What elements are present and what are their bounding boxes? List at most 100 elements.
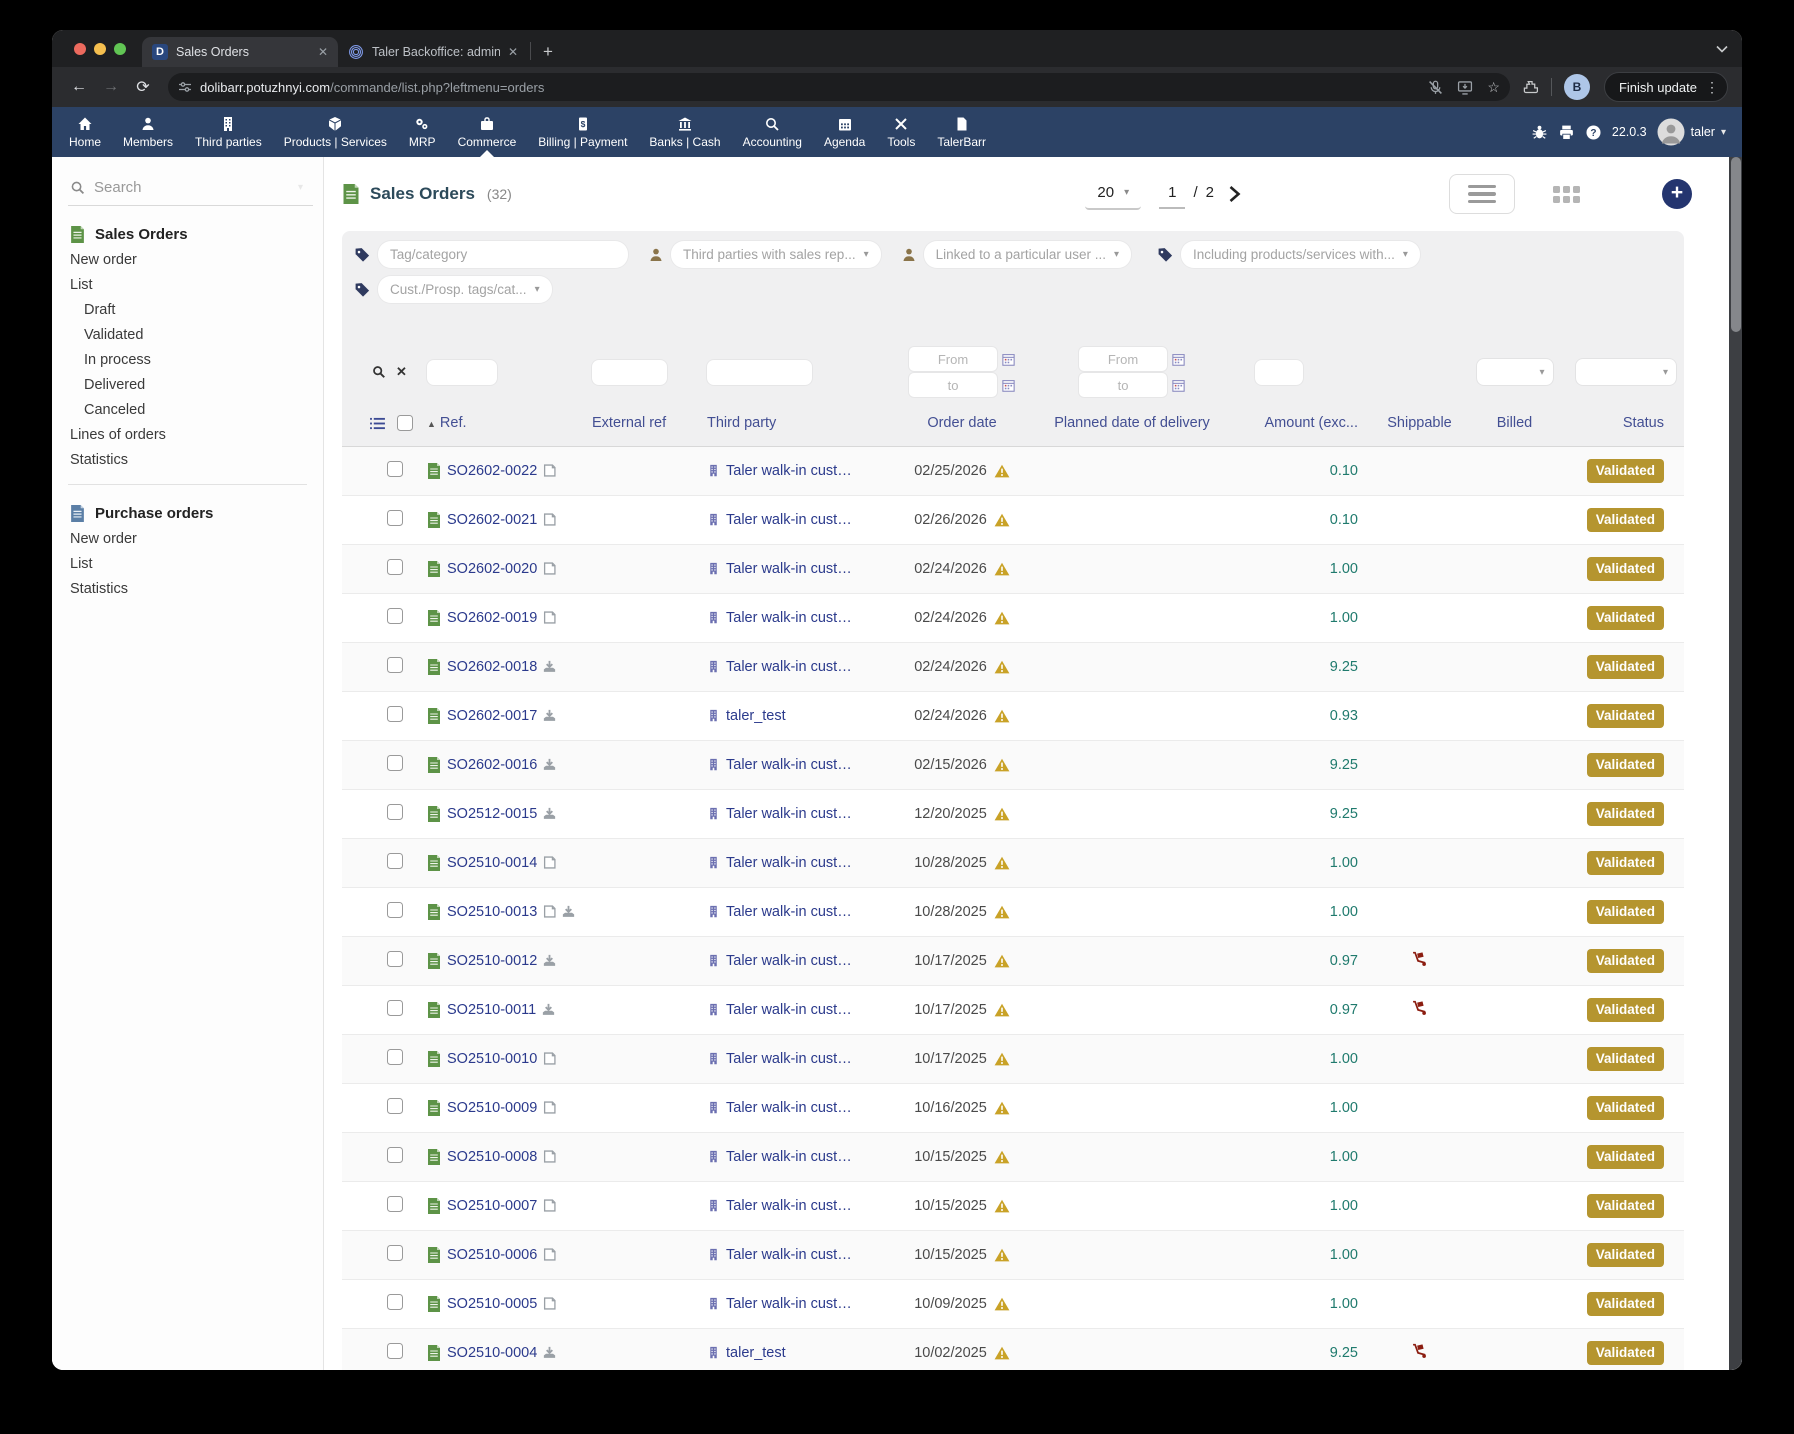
order-ref-link[interactable]: SO2602-0022	[447, 463, 537, 479]
header-amount[interactable]: Amount (exc...	[1247, 401, 1372, 446]
download-icon[interactable]	[543, 709, 556, 722]
third-party-link[interactable]: taler_test	[726, 1345, 786, 1361]
ref-filter-input[interactable]	[427, 360, 497, 385]
third-party-link[interactable]: Taler walk-in cust…	[726, 463, 852, 479]
download-icon[interactable]	[543, 954, 556, 967]
row-checkbox[interactable]	[387, 559, 403, 575]
sidebar-item[interactable]: New order	[68, 526, 323, 551]
bookmark-star-icon[interactable]: ☆	[1487, 79, 1500, 96]
third-party-link[interactable]: Taler walk-in cust…	[726, 953, 852, 969]
amount-link[interactable]: 0.10	[1330, 463, 1358, 479]
nav-item-home[interactable]: Home	[58, 107, 112, 157]
external-ref-filter-input[interactable]	[592, 360, 667, 385]
planned-date-from-input[interactable]: From	[1079, 347, 1167, 371]
sidebar-item[interactable]: New order	[68, 247, 323, 272]
order-ref-link[interactable]: SO2510-0010	[447, 1051, 537, 1067]
new-tab-button[interactable]: +	[543, 42, 553, 62]
download-icon[interactable]	[543, 807, 556, 820]
third-party-filter-input[interactable]	[707, 360, 812, 385]
row-checkbox[interactable]	[387, 804, 403, 820]
amount-link[interactable]: 1.00	[1330, 1100, 1358, 1116]
row-checkbox[interactable]	[387, 461, 403, 477]
calendar-icon[interactable]	[1002, 379, 1015, 392]
row-checkbox[interactable]	[387, 1000, 403, 1016]
amount-link[interactable]: 1.00	[1330, 610, 1358, 626]
close-window-button[interactable]	[74, 43, 86, 55]
status-filter-select[interactable]: ▾	[1576, 359, 1676, 385]
tab-sales-orders[interactable]: D Sales Orders ✕	[142, 37, 338, 67]
calendar-icon[interactable]	[1172, 353, 1185, 366]
order-ref-link[interactable]: SO2510-0014	[447, 855, 537, 871]
amount-link[interactable]: 1.00	[1330, 1051, 1358, 1067]
nav-item-commerce[interactable]: Commerce	[447, 107, 528, 157]
header-planned-date[interactable]: Planned date of delivery	[1017, 401, 1247, 446]
row-checkbox[interactable]	[387, 1049, 403, 1065]
calendar-icon[interactable]	[1172, 379, 1185, 392]
third-party-link[interactable]: Taler walk-in cust…	[726, 610, 852, 626]
sidebar-item[interactable]: Lines of orders	[68, 422, 323, 447]
nav-item-billing-payment[interactable]: $ Billing | Payment	[527, 107, 638, 157]
billed-filter-select[interactable]: ▾	[1477, 359, 1553, 385]
calendar-icon[interactable]	[1002, 353, 1015, 366]
row-checkbox[interactable]	[387, 1343, 403, 1359]
current-page[interactable]: 1	[1159, 180, 1185, 209]
amount-link[interactable]: 9.25	[1330, 659, 1358, 675]
reload-button[interactable]: ⟳	[130, 77, 156, 97]
print-icon[interactable]	[1558, 124, 1575, 141]
third-party-link[interactable]: Taler walk-in cust…	[726, 806, 852, 822]
sidebar-item[interactable]: Statistics	[68, 576, 323, 601]
nav-item-members[interactable]: Members	[112, 107, 184, 157]
header-ref[interactable]: ▲Ref.	[427, 401, 592, 446]
extensions-icon[interactable]	[1522, 79, 1539, 96]
third-party-link[interactable]: Taler walk-in cust…	[726, 757, 852, 773]
amount-filter-input[interactable]	[1255, 360, 1303, 385]
amount-link[interactable]: 1.00	[1330, 855, 1358, 871]
amount-link[interactable]: 0.10	[1330, 512, 1358, 528]
note-icon[interactable]	[543, 1297, 556, 1310]
amount-link[interactable]: 1.00	[1330, 1149, 1358, 1165]
note-icon[interactable]	[543, 1248, 556, 1261]
row-checkbox[interactable]	[387, 853, 403, 869]
forward-button[interactable]: →	[98, 78, 124, 96]
amount-link[interactable]: 0.97	[1330, 953, 1358, 969]
amount-link[interactable]: 9.25	[1330, 806, 1358, 822]
nav-item-third-parties[interactable]: Third parties	[184, 107, 273, 157]
third-party-link[interactable]: Taler walk-in cust…	[726, 512, 852, 528]
order-ref-link[interactable]: SO2510-0013	[447, 904, 537, 920]
third-party-link[interactable]: Taler walk-in cust…	[726, 1247, 852, 1263]
third-parties-sales-rep-filter[interactable]: Third parties with sales rep... ▾	[671, 241, 881, 268]
minimize-window-button[interactable]	[94, 43, 106, 55]
order-date-to-input[interactable]: to	[909, 373, 997, 397]
third-party-link[interactable]: Taler walk-in cust…	[726, 561, 852, 577]
nav-item-banks-cash[interactable]: Banks | Cash	[638, 107, 731, 157]
linked-user-filter[interactable]: Linked to a particular user ... ▾	[924, 241, 1131, 268]
third-party-link[interactable]: Taler walk-in cust…	[726, 1149, 852, 1165]
download-icon[interactable]	[543, 660, 556, 673]
sidebar-item[interactable]: Validated	[68, 322, 323, 347]
download-icon[interactable]	[543, 758, 556, 771]
order-ref-link[interactable]: SO2602-0020	[447, 561, 537, 577]
row-checkbox[interactable]	[387, 706, 403, 722]
sidebar-item[interactable]: Delivered	[68, 372, 323, 397]
nav-item-products-services[interactable]: Products | Services	[273, 107, 398, 157]
header-external-ref[interactable]: External ref	[592, 401, 707, 446]
amount-link[interactable]: 9.25	[1330, 757, 1358, 773]
third-party-link[interactable]: Taler walk-in cust…	[726, 659, 852, 675]
third-party-link[interactable]: Taler walk-in cust…	[726, 904, 852, 920]
browser-profile-avatar[interactable]: B	[1564, 74, 1590, 100]
amount-link[interactable]: 1.00	[1330, 1247, 1358, 1263]
order-ref-link[interactable]: SO2512-0015	[447, 806, 537, 822]
note-icon[interactable]	[543, 1101, 556, 1114]
order-ref-link[interactable]: SO2510-0006	[447, 1247, 537, 1263]
sidebar-item[interactable]: In process	[68, 347, 323, 372]
debug-bug-icon[interactable]	[1531, 124, 1548, 141]
third-party-link[interactable]: Taler walk-in cust…	[726, 1296, 852, 1312]
nav-item-talerbarr[interactable]: TalerBarr	[926, 107, 997, 157]
third-party-link[interactable]: Taler walk-in cust…	[726, 1051, 852, 1067]
note-icon[interactable]	[543, 1052, 556, 1065]
order-ref-link[interactable]: SO2510-0004	[447, 1345, 537, 1361]
sidebar-section-sales-orders[interactable]: Sales Orders	[70, 226, 323, 243]
download-icon[interactable]	[543, 1346, 556, 1359]
kanban-view-icon[interactable]	[1553, 186, 1580, 203]
planned-date-to-input[interactable]: to	[1079, 373, 1167, 397]
